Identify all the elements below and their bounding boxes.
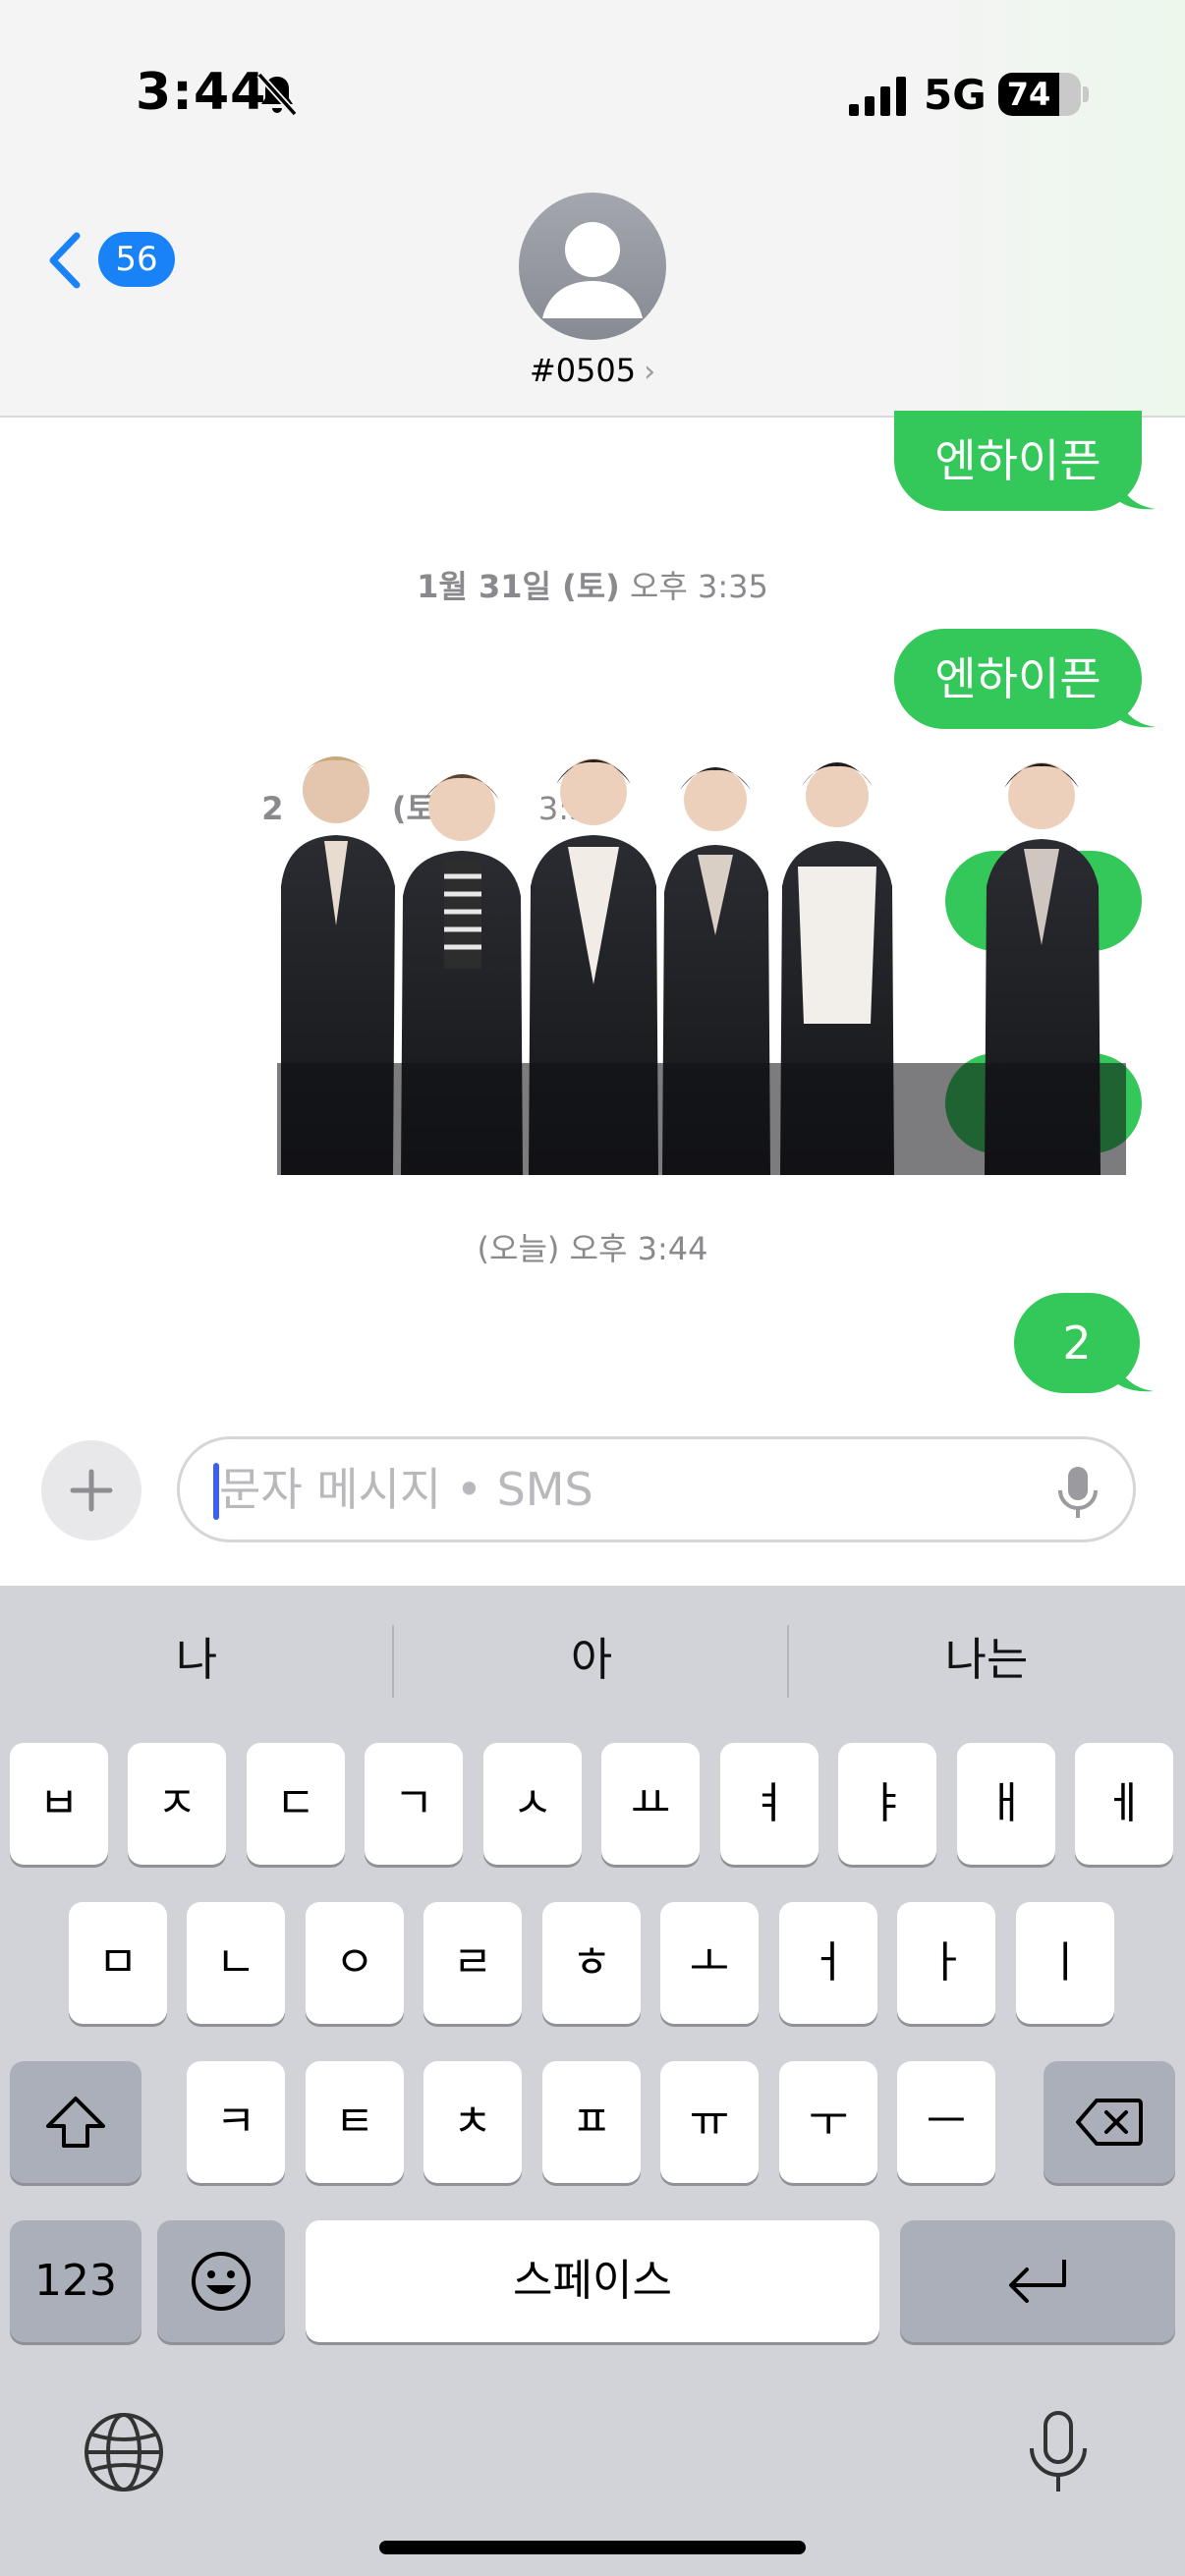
message-bubble-sent[interactable]: 2 (1014, 1293, 1154, 1393)
plus-icon (70, 1469, 113, 1512)
key[interactable]: ㅇ (306, 1902, 404, 2024)
suggestion-divider (392, 1625, 394, 1698)
key[interactable]: ㅋ (187, 2061, 285, 2183)
return-icon (1009, 2260, 1066, 2303)
key[interactable]: ㅗ (660, 1902, 759, 2024)
delete-key[interactable] (1044, 2061, 1175, 2183)
space-key[interactable]: 스페이스 (306, 2220, 879, 2342)
shift-icon (46, 2097, 105, 2148)
add-attachment-button[interactable] (41, 1440, 141, 1540)
bubble-tail (1114, 1358, 1154, 1392)
contact-name-button[interactable]: #0505 › (0, 352, 1185, 389)
message-timestamp: (오늘) 오후 3:44 (0, 1224, 1185, 1269)
microphone-icon[interactable] (1056, 1465, 1100, 1520)
suggestion-item[interactable]: 나는 (790, 1586, 1183, 1733)
key[interactable]: ㅈ (128, 1743, 226, 1865)
conversation-header: 3:44 5G 74 56 #0505 › (0, 0, 1185, 418)
message-timestamp: 1월 31일 (토) 오후 3:35 (0, 562, 1185, 607)
key[interactable]: ㅎ (542, 1902, 641, 2024)
chevron-left-icon (49, 232, 81, 289)
key[interactable]: ㅓ (779, 1902, 877, 2024)
unread-count-badge: 56 (98, 232, 175, 287)
network-type: 5G (924, 71, 987, 119)
timestamp-time: 오후 3:44 (569, 1230, 708, 1267)
key[interactable]: ㅠ (660, 2061, 759, 2183)
battery-indicator: 74 (998, 73, 1081, 116)
home-indicator (379, 2541, 806, 2554)
key[interactable]: ㄹ (423, 1902, 522, 2024)
key[interactable]: ㅣ (1016, 1902, 1114, 2024)
message-text: 엔하이픈 (934, 434, 1101, 487)
suggestion-divider (787, 1625, 789, 1698)
key[interactable]: ㅌ (306, 2061, 404, 2183)
key[interactable]: ㅜ (779, 2061, 877, 2183)
emoji-key[interactable] (157, 2220, 285, 2342)
suggestion-item[interactable]: 나 (0, 1586, 393, 1733)
status-time: 3:44 (136, 63, 267, 122)
timestamp-date: (오늘) (477, 1230, 560, 1267)
key[interactable]: ㄷ (247, 1743, 345, 1865)
key[interactable]: ㅏ (897, 1902, 995, 2024)
key[interactable]: ㄱ (365, 1743, 463, 1865)
key[interactable]: ㅍ (542, 2061, 641, 2183)
key[interactable]: ㅊ (423, 2061, 522, 2183)
message-text: 2 (1062, 1316, 1092, 1370)
group-photo-sticker[interactable] (277, 739, 1126, 1175)
bell-slash-icon (256, 72, 298, 117)
key[interactable]: ㅕ (720, 1743, 818, 1865)
message-input-placeholder: 문자 메시지 • SMS (219, 1463, 593, 1516)
message-text: 엔하이픈 (934, 652, 1101, 705)
back-button[interactable]: 56 (43, 224, 181, 295)
message-input[interactable]: 문자 메시지 • SMS (177, 1436, 1136, 1542)
cellular-signal-icon (849, 77, 906, 116)
contact-name: #0505 (529, 352, 637, 389)
message-bubble-sent[interactable]: 엔하이픈 (894, 411, 1156, 511)
korean-keyboard: 나 아 나는 ㅂ ㅈ ㄷ ㄱ ㅅ ㅛ ㅕ ㅑ ㅐ ㅔ ㅁ ㄴ ㅇ ㄹ ㅎ ㅗ ㅓ… (0, 1586, 1185, 2576)
key[interactable]: ㅂ (10, 1743, 108, 1865)
bubble-tail (1116, 694, 1156, 728)
globe-icon[interactable] (83, 2411, 165, 2493)
chevron-right-icon: › (644, 355, 656, 389)
numbers-key[interactable]: 123 (10, 2220, 141, 2342)
key[interactable]: ㅔ (1075, 1743, 1173, 1865)
message-bubble-sent[interactable]: 엔하이픈 (894, 629, 1156, 729)
key[interactable]: ㅑ (838, 1743, 936, 1865)
battery-percent: 74 (1006, 76, 1051, 113)
key[interactable]: ㅐ (957, 1743, 1055, 1865)
person-icon (542, 222, 643, 318)
key[interactable]: ㅁ (69, 1902, 167, 2024)
contact-avatar[interactable] (519, 193, 666, 340)
emoji-icon (192, 2252, 251, 2311)
delete-backspace-icon (1076, 2099, 1143, 2146)
suggestion-item[interactable]: 아 (395, 1586, 788, 1733)
key[interactable]: ㄴ (187, 1902, 285, 2024)
timestamp-time: 오후 3:35 (629, 568, 768, 605)
key[interactable]: ㅅ (483, 1743, 582, 1865)
bubble-tail (1116, 476, 1156, 510)
shift-key[interactable] (10, 2061, 141, 2183)
return-key[interactable] (900, 2220, 1175, 2342)
timestamp-date: 1월 31일 (토) (417, 568, 620, 605)
microphone-icon[interactable] (1024, 2409, 1093, 2495)
battery-tip (1083, 86, 1089, 102)
key[interactable]: ㅡ (897, 2061, 995, 2183)
key[interactable]: ㅛ (601, 1743, 700, 1865)
